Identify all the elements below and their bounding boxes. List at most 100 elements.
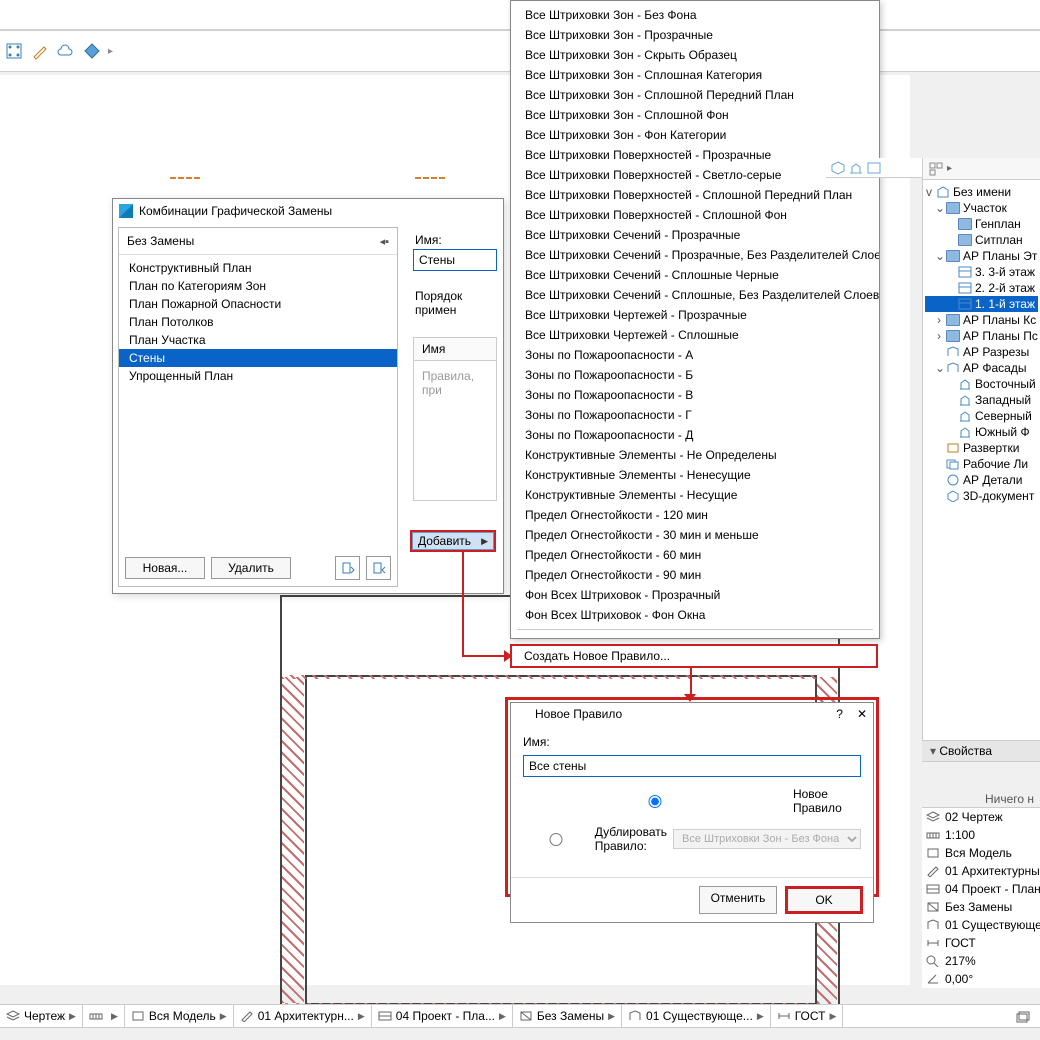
tree-item[interactable]: Рабочие Ли	[925, 456, 1038, 472]
dropdown-item[interactable]: Все Штриховки Зон - Сплошной Фон	[511, 105, 879, 125]
combination-item[interactable]: Конструктивный План	[119, 259, 397, 277]
cloud-icon[interactable]	[56, 41, 76, 61]
tool-icon[interactable]	[4, 41, 24, 61]
collapse-icon[interactable]: ◂▪	[380, 235, 389, 248]
restore-icon[interactable]	[1014, 1010, 1032, 1026]
navigator-header[interactable]: ▸	[923, 158, 1040, 180]
tree-item[interactable]: Южный Ф	[925, 424, 1038, 440]
dialog-titlebar[interactable]: Новое Правило ? ✕	[511, 703, 873, 725]
tree-item[interactable]: 1. 1-й этаж	[925, 296, 1038, 312]
delete-button[interactable]: Удалить	[211, 557, 291, 579]
tree-item[interactable]: АР Разрезы	[925, 344, 1038, 360]
dropdown-item[interactable]: Предел Огнестойкости - 60 мин	[511, 545, 879, 565]
close-icon[interactable]: ✕	[857, 707, 867, 721]
dropdown-item[interactable]: Все Штриховки Чертежей - Сплошные	[511, 325, 879, 345]
import-button[interactable]	[335, 556, 360, 580]
elev-icon[interactable]	[848, 160, 864, 176]
tree-item[interactable]: 3. 3-й этаж	[925, 264, 1038, 280]
dropdown-item[interactable]: Конструктивные Элементы - Ненесущие	[511, 465, 879, 485]
dropdown-item[interactable]: Зоны по Пожароопасности - Б	[511, 365, 879, 385]
tree-item[interactable]: Ситплан	[925, 232, 1038, 248]
rule-name-input[interactable]	[523, 755, 861, 777]
quick-option-row[interactable]: 01 Существующе	[922, 916, 1040, 934]
quick-option-row[interactable]: 04 Проект - Планы	[922, 880, 1040, 898]
quick-option-row[interactable]: Без Замены	[922, 898, 1040, 916]
dropdown-item[interactable]: Зоны по Пожароопасности - А	[511, 345, 879, 365]
tree-item[interactable]: ›АР Планы Кс	[925, 312, 1038, 328]
dropdown-item[interactable]: Все Штриховки Сечений - Сплошные, Без Ра…	[511, 285, 879, 305]
combination-item[interactable]: План Потолков	[119, 313, 397, 331]
plan-icon[interactable]	[866, 160, 882, 176]
statusbar-segment[interactable]: Без Замены▶	[513, 1005, 622, 1027]
dropdown-item[interactable]: Все Штриховки Поверхностей - Прозрачные	[511, 145, 879, 165]
quick-option-row[interactable]: 0,00°	[922, 970, 1040, 988]
tree-item[interactable]: Восточный	[925, 376, 1038, 392]
tree-item[interactable]: Генплан	[925, 216, 1038, 232]
dropdown-item[interactable]: Все Штриховки Сечений - Сплошные Черные	[511, 265, 879, 285]
tree-item[interactable]: ⌄АР Планы Эт	[925, 248, 1038, 264]
export-button[interactable]	[366, 556, 391, 580]
add-rule-button[interactable]: Добавить ▶	[410, 530, 496, 552]
dropdown-item[interactable]: Зоны по Пожароопасности - Г	[511, 405, 879, 425]
tree-item[interactable]: ›АР Планы Пс	[925, 328, 1038, 344]
dropdown-item[interactable]: Конструктивные Элементы - Не Определены	[511, 445, 879, 465]
create-new-rule-item[interactable]: Создать Новое Правило...	[510, 644, 878, 668]
dropdown-item[interactable]: Конструктивные Элементы - Несущие	[511, 485, 879, 505]
dropdown-item[interactable]: Все Штриховки Зон - Скрыть Образец	[511, 45, 879, 65]
cancel-button[interactable]: Отменить	[699, 886, 777, 914]
dropdown-item[interactable]: Все Штриховки Зон - Фон Категории	[511, 125, 879, 145]
tree-item[interactable]: АР Детали	[925, 472, 1038, 488]
dropdown-item[interactable]: Все Штриховки Сечений - Прозрачные, Без …	[511, 245, 879, 265]
dialog-titlebar[interactable]: Комбинации Графической Замены	[113, 199, 503, 223]
dropdown-item[interactable]: Все Штриховки Зон - Сплошной Передний Пл…	[511, 85, 879, 105]
dropdown-item[interactable]: Все Штриховки Чертежей - Прозрачные	[511, 305, 879, 325]
3d-icon[interactable]	[830, 160, 846, 176]
tree-item[interactable]: Развертки	[925, 440, 1038, 456]
tree-item[interactable]: ⌄Участок	[925, 200, 1038, 216]
duplicate-rule-radio[interactable]	[523, 833, 589, 846]
quick-option-row[interactable]: Вся Модель	[922, 844, 1040, 862]
dropdown-item[interactable]: Все Штриховки Зон - Сплошная Категория	[511, 65, 879, 85]
dropdown-item[interactable]: Зоны по Пожароопасности - В	[511, 385, 879, 405]
quick-option-row[interactable]: ГОСТ	[922, 934, 1040, 952]
ok-button[interactable]: OK	[785, 886, 863, 914]
navigator-tree[interactable]: vБез имени ⌄УчастокГенпланСитплан⌄АР Пла…	[923, 180, 1040, 508]
statusbar-segment[interactable]: 01 Существующе...▶	[622, 1005, 771, 1027]
statusbar-segment[interactable]: 01 Архитектурн...▶	[234, 1005, 372, 1027]
dropdown-item[interactable]: Фон Всех Штриховок - Прозрачный	[511, 585, 879, 605]
diamond-icon[interactable]	[82, 41, 102, 61]
new-rule-radio[interactable]	[523, 795, 787, 808]
dropdown-item[interactable]: Все Штриховки Поверхностей - Сплошной Фо…	[511, 205, 879, 225]
dropdown-item[interactable]: Все Штриховки Зон - Прозрачные	[511, 25, 879, 45]
statusbar-segment[interactable]: ▶	[83, 1005, 125, 1027]
dropdown-item[interactable]: Все Штриховки Зон - Без Фона	[511, 5, 879, 25]
statusbar-segment[interactable]: Чертеж▶	[0, 1005, 83, 1027]
quick-option-row[interactable]: 02 Чертеж	[922, 808, 1040, 826]
combination-item[interactable]: План по Категориям Зон	[119, 277, 397, 295]
pencil-icon[interactable]	[30, 41, 50, 61]
dropdown-item[interactable]: Предел Огнестойкости - 30 мин и меньше	[511, 525, 879, 545]
dropdown-item[interactable]: Все Штриховки Сечений - Прозрачные	[511, 225, 879, 245]
tree-item[interactable]: Северный	[925, 408, 1038, 424]
dropdown-item[interactable]: Все Штриховки Поверхностей - Светло-серы…	[511, 165, 879, 185]
dropdown-item[interactable]: Зоны по Пожароопасности - Д	[511, 425, 879, 445]
new-button[interactable]: Новая...	[125, 557, 205, 579]
tree-item[interactable]: 2. 2-й этаж	[925, 280, 1038, 296]
dropdown-item[interactable]: Фон Всех Штриховок - Фон Окна	[511, 605, 879, 625]
combination-item[interactable]: Стены	[119, 349, 397, 367]
tree-item[interactable]: 3D-документ	[925, 488, 1038, 504]
combination-item[interactable]: Упрощенный План	[119, 367, 397, 385]
statusbar-segment[interactable]: 04 Проект - Пла...▶	[372, 1005, 513, 1027]
combinations-list[interactable]: Конструктивный ПланПлан по Категориям Зо…	[119, 255, 397, 389]
name-input[interactable]	[413, 249, 497, 271]
combination-item[interactable]: План Участка	[119, 331, 397, 349]
quick-option-row[interactable]: 01 Архитектурный	[922, 862, 1040, 880]
quick-option-row[interactable]: 217%	[922, 952, 1040, 970]
quick-option-row[interactable]: 1:100	[922, 826, 1040, 844]
dropdown-item[interactable]: Предел Огнестойкости - 120 мин	[511, 505, 879, 525]
dropdown-item[interactable]: Все Штриховки Поверхностей - Сплошной Пе…	[511, 185, 879, 205]
statusbar-segment[interactable]: Вся Модель▶	[125, 1005, 234, 1027]
tree-item[interactable]: ⌄АР Фасады	[925, 360, 1038, 376]
tree-item[interactable]: Западный	[925, 392, 1038, 408]
combination-item[interactable]: План Пожарной Опасности	[119, 295, 397, 313]
